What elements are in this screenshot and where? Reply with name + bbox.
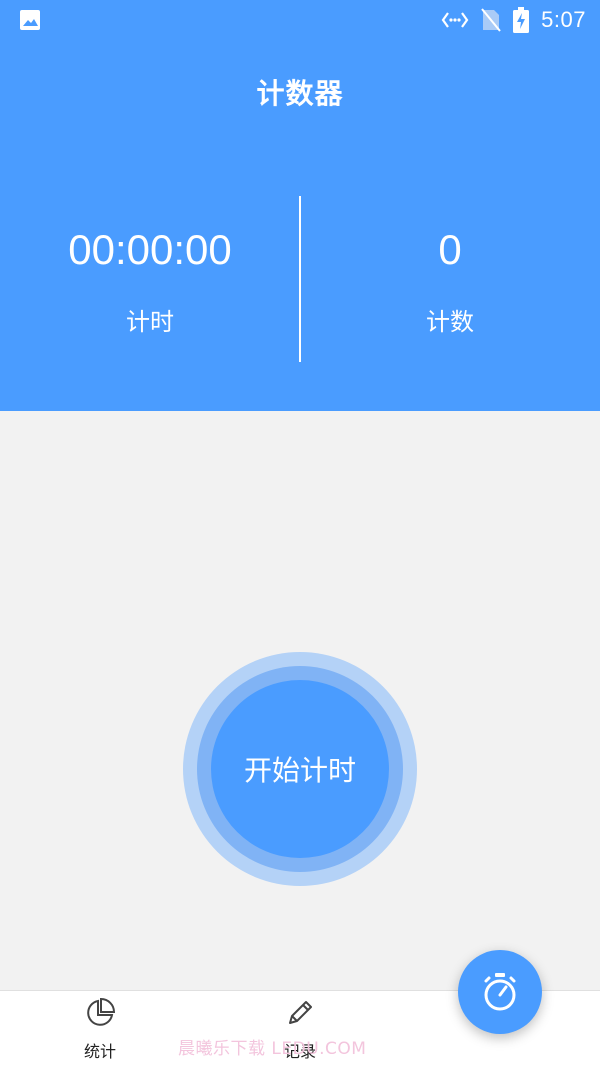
nav-label-stats: 统计	[83, 1042, 116, 1061]
timer-display: 00:00:00 计时	[0, 220, 300, 338]
stopwatch-fab-button[interactable]	[458, 950, 542, 1034]
page-title: 计数器	[256, 77, 344, 110]
timer-label: 计时	[126, 308, 174, 336]
start-timing-label: 开始计时	[243, 754, 356, 787]
watermark: 晨曦乐下载 LEDU.COM	[178, 1039, 367, 1059]
count-display: 0 计数	[300, 220, 600, 338]
battery-charging-icon	[513, 7, 530, 33]
header: 5:07 计数器 00:00:00 计时 0 计数	[0, 0, 600, 411]
timer-value: 00:00:00	[68, 226, 232, 273]
pencil-icon	[289, 1001, 312, 1024]
counter-app-screen: 5:07 计数器 00:00:00 计时 0 计数 开始计时 统计 记录 晨曦乐…	[0, 0, 600, 1067]
start-timing-button[interactable]: 开始计时	[211, 680, 389, 858]
count-value: 0	[438, 226, 462, 273]
status-bar: 5:07	[0, 0, 600, 40]
no-sim-icon	[481, 8, 501, 32]
image-icon	[20, 10, 40, 30]
count-label: 计数	[426, 308, 474, 336]
nav-item-stats[interactable]: 统计	[40, 997, 160, 1062]
status-icons: 5:07	[441, 6, 586, 34]
status-time: 5:07	[541, 7, 586, 32]
pie-chart-icon	[87, 997, 116, 1026]
data-transfer-icon	[441, 12, 469, 28]
stopwatch-icon	[484, 973, 516, 1011]
